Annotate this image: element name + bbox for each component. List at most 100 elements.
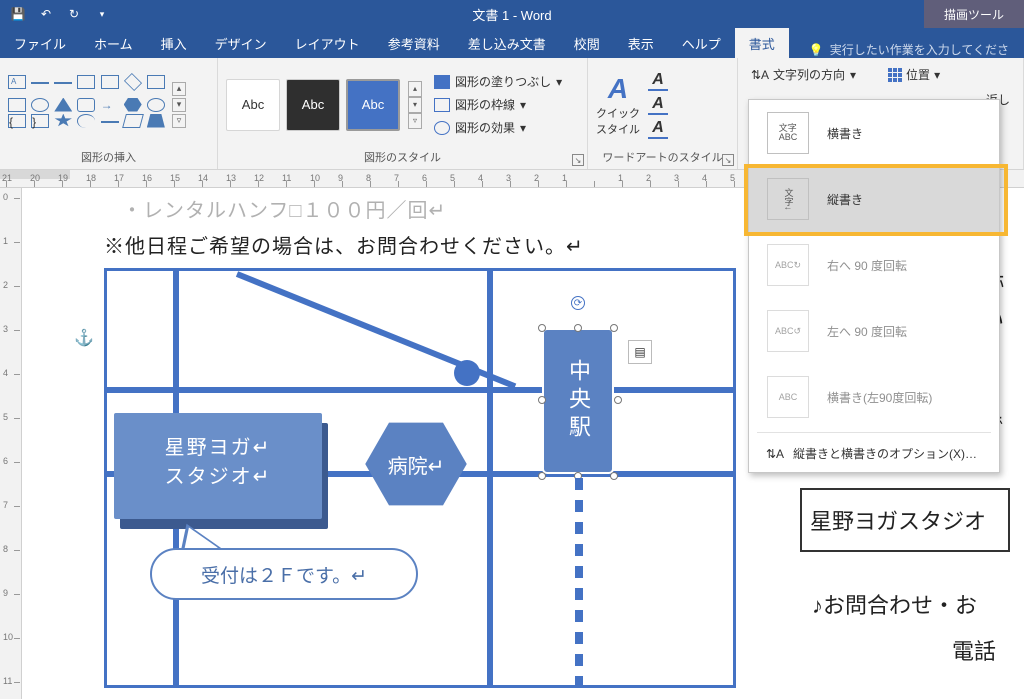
gallery-more-icon[interactable]: ▿ (172, 114, 186, 128)
shape-parallelogram-icon[interactable] (122, 114, 144, 128)
tab-home[interactable]: ホーム (80, 28, 147, 58)
shapes-gallery[interactable]: A { } (8, 75, 168, 135)
dashed-road-shape[interactable] (575, 478, 583, 688)
horiz-rotl-icon: ABC (767, 376, 809, 418)
style-thumb-2[interactable]: Abc (286, 79, 340, 131)
text-direction-icon: ⇅A (767, 446, 783, 462)
text-fill-icon[interactable]: A (648, 71, 668, 91)
tell-me-box[interactable]: 実行したい作業を入力してくださ (799, 41, 1019, 58)
tab-help[interactable]: ヘルプ (668, 28, 735, 58)
style-thumb-3[interactable]: Abc (346, 79, 400, 131)
text-direction-button[interactable]: ⇅A 文字列の方向 ▾ (746, 64, 862, 85)
rot-right-icon: ABC↻ (767, 244, 809, 286)
tab-mailings[interactable]: 差し込み文書 (454, 28, 560, 58)
group-label-styles: 図形のスタイル (226, 147, 579, 167)
vertical-ruler[interactable]: 01234567891011 (0, 188, 22, 699)
inquiry-text: ♪お問合わせ・お (812, 588, 977, 620)
body-text-line2: ※他日程ご希望の場合は、お問合わせください。↵ (104, 230, 584, 259)
callout-shape[interactable]: 受付は２Ｆです。↵ (150, 548, 418, 600)
shape-rrect-icon[interactable] (77, 98, 95, 112)
selection-handle[interactable] (610, 324, 618, 332)
shape-arc-icon[interactable] (77, 114, 95, 128)
shape-arrow-icon[interactable] (101, 98, 119, 112)
menu-item-vertical[interactable]: 文字↓ 縦書き (749, 166, 999, 232)
tab-view[interactable]: 表示 (614, 28, 668, 58)
tab-review[interactable]: 校閲 (560, 28, 614, 58)
shape-brace-icon[interactable]: { (8, 114, 26, 128)
menu-item-rotate-left[interactable]: ABC↺ 左へ 90 度回転 (749, 298, 999, 364)
group-label-shapes: 図形の挿入 (8, 147, 209, 167)
quick-styles-button[interactable]: A クイック スタイル (596, 73, 640, 137)
shape-textbox-icon[interactable]: A (8, 75, 26, 89)
text-effects-icon[interactable]: A (648, 119, 668, 139)
tell-me-label: 実行したい作業を入力してくださ (830, 41, 1009, 58)
shape-l-connector-icon[interactable] (77, 75, 95, 89)
shape-line2-icon[interactable] (54, 82, 72, 96)
station-shape-selected[interactable]: 中央駅 (542, 328, 614, 474)
menu-item-horizontal[interactable]: 文字 ABC 横書き (749, 100, 999, 166)
shape-fill-button[interactable]: 図形の塗りつぶし ▾ (434, 73, 562, 90)
tab-format[interactable]: 書式 (735, 28, 789, 58)
selection-handle[interactable] (538, 324, 546, 332)
shape-line-icon[interactable] (31, 82, 49, 96)
gallery-down-icon[interactable]: ▾ (172, 98, 186, 112)
tab-layout[interactable]: レイアウト (281, 28, 374, 58)
menu-separator (757, 432, 991, 433)
rotate-handle-icon[interactable]: ⟳ (571, 296, 585, 310)
shape-callout-icon[interactable] (147, 75, 165, 89)
tab-design[interactable]: デザイン (201, 28, 281, 58)
shape-tri-icon[interactable] (54, 98, 72, 112)
menu-item-options[interactable]: ⇅A 縦書きと横書きのオプション(X)… (749, 435, 999, 472)
save-icon[interactable]: 💾 (6, 3, 30, 25)
studio-shape[interactable]: 星野ヨガ↵ スタジオ↵ (114, 413, 322, 519)
shape-ellipse-icon[interactable] (31, 98, 49, 112)
style-gallery-scroll[interactable]: ▴ ▾ ▿ (408, 81, 422, 129)
dialog-launcher-icon[interactable]: ↘ (572, 154, 584, 166)
layout-options-icon[interactable]: ▤ (628, 340, 652, 364)
shape-brace2-icon[interactable]: } (31, 114, 49, 128)
redo-icon[interactable]: ↻ (62, 3, 86, 25)
gallery-down-icon[interactable]: ▾ (408, 97, 422, 113)
shapes-scroll[interactable]: ▴ ▾ ▿ (172, 82, 186, 128)
shape-rect-icon[interactable] (8, 98, 26, 112)
outline-icon (434, 98, 450, 112)
gallery-more-icon[interactable]: ▿ (408, 113, 422, 129)
tab-references[interactable]: 参考資料 (374, 28, 454, 58)
group-shape-styles: Abc Abc Abc ▴ ▾ ▿ 図形の塗りつぶし ▾ 図形の枠線 ▾ 図形の… (218, 58, 588, 169)
shape-outline-button[interactable]: 図形の枠線 ▾ (434, 96, 562, 113)
tel-text: 電話 (952, 634, 996, 666)
shape-curve-icon[interactable] (101, 121, 119, 135)
style-thumb-1[interactable]: Abc (226, 79, 280, 131)
shape-connector2-icon[interactable] (101, 75, 119, 89)
selection-handle[interactable] (538, 472, 546, 480)
shape-donut-icon[interactable] (147, 98, 165, 112)
shape-diamond-icon[interactable] (124, 72, 142, 90)
document-title: 文書 1 - Word (472, 5, 551, 24)
shape-trapezoid-icon[interactable] (147, 114, 165, 128)
menu-item-rotate-right[interactable]: ABC↻ 右へ 90 度回転 (749, 232, 999, 298)
text-direction-icon: ⇅A (752, 67, 768, 83)
gallery-up-icon[interactable]: ▴ (172, 82, 186, 96)
gallery-up-icon[interactable]: ▴ (408, 81, 422, 97)
shape-hex-icon[interactable] (124, 98, 142, 112)
circle-marker-shape[interactable] (454, 360, 480, 386)
text-box-studio-name[interactable]: 星野ヨガスタジオ (800, 488, 1010, 552)
shape-effects-button[interactable]: 図形の効果 ▾ (434, 119, 562, 136)
menu-item-horizontal-rotl[interactable]: ABC 横書き(左90度回転) (749, 364, 999, 430)
position-button[interactable]: 位置 ▾ (882, 64, 946, 85)
shape-style-gallery[interactable]: Abc Abc Abc ▴ ▾ ▿ (226, 79, 422, 131)
undo-icon[interactable]: ↶ (34, 3, 58, 25)
shape-star-icon[interactable] (54, 114, 72, 128)
qat-more-icon[interactable]: ▾ (90, 3, 114, 25)
text-direction-menu: 文字 ABC 横書き 文字↓ 縦書き ABC↻ 右へ 90 度回転 ABC↺ 左… (748, 99, 1000, 473)
text-outline-icon[interactable]: A (648, 95, 668, 115)
tab-insert[interactable]: 挿入 (147, 28, 201, 58)
body-text-line1: ・レンタルハンフ□１００円／回↵ (122, 194, 446, 223)
dialog-launcher-icon[interactable]: ↘ (722, 154, 734, 166)
selection-handle[interactable] (538, 396, 546, 404)
fill-icon (434, 75, 450, 89)
selection-handle[interactable] (610, 472, 618, 480)
selection-handle[interactable] (574, 324, 582, 332)
selection-handle[interactable] (614, 396, 622, 404)
tab-file[interactable]: ファイル (0, 28, 80, 58)
